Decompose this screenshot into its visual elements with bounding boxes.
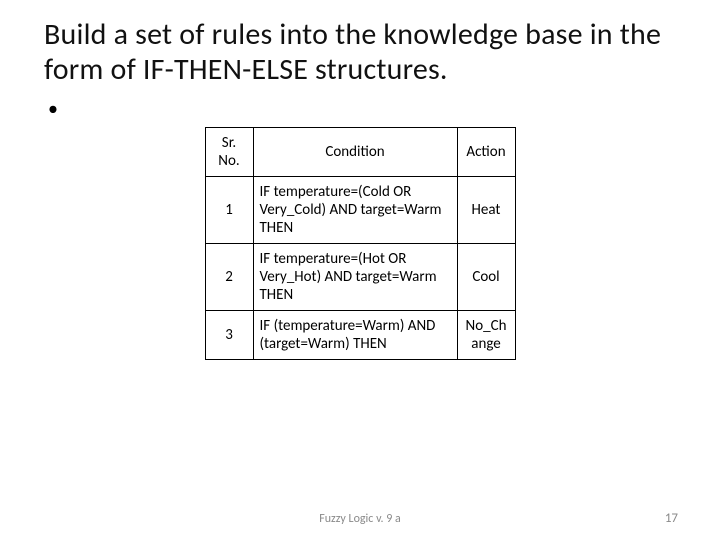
slide-title: Build a set of rules into the knowledge … bbox=[44, 18, 676, 87]
table-row: 1 IF temperature=(Cold OR Very_Cold) AND… bbox=[205, 177, 515, 244]
cell-sr: 1 bbox=[205, 177, 253, 244]
cell-sr: 2 bbox=[205, 244, 253, 311]
bullet-marker: • bbox=[44, 97, 676, 121]
cell-condition: IF (temperature=Warm) AND (target=Warm) … bbox=[253, 311, 457, 360]
table-row: 3 IF (temperature=Warm) AND (target=Warm… bbox=[205, 311, 515, 360]
cell-action: No_Change bbox=[457, 311, 515, 360]
th-sr: Sr. No. bbox=[205, 128, 253, 177]
cell-condition: IF temperature=(Hot OR Very_Hot) AND tar… bbox=[253, 244, 457, 311]
cell-sr: 3 bbox=[205, 311, 253, 360]
cell-condition: IF temperature=(Cold OR Very_Cold) AND t… bbox=[253, 177, 457, 244]
rules-table: Sr. No. Condition Action 1 IF temperatur… bbox=[205, 127, 516, 360]
rules-table-wrap: Sr. No. Condition Action 1 IF temperatur… bbox=[44, 127, 676, 360]
th-condition: Condition bbox=[253, 128, 457, 177]
page-number: 17 bbox=[665, 511, 678, 526]
footer-center: Fuzzy Logic v. 9 a bbox=[0, 512, 720, 526]
cell-action: Heat bbox=[457, 177, 515, 244]
cell-action: Cool bbox=[457, 244, 515, 311]
slide: Build a set of rules into the knowledge … bbox=[0, 0, 720, 540]
table-row: 2 IF temperature=(Hot OR Very_Hot) AND t… bbox=[205, 244, 515, 311]
table-header-row: Sr. No. Condition Action bbox=[205, 128, 515, 177]
th-action: Action bbox=[457, 128, 515, 177]
